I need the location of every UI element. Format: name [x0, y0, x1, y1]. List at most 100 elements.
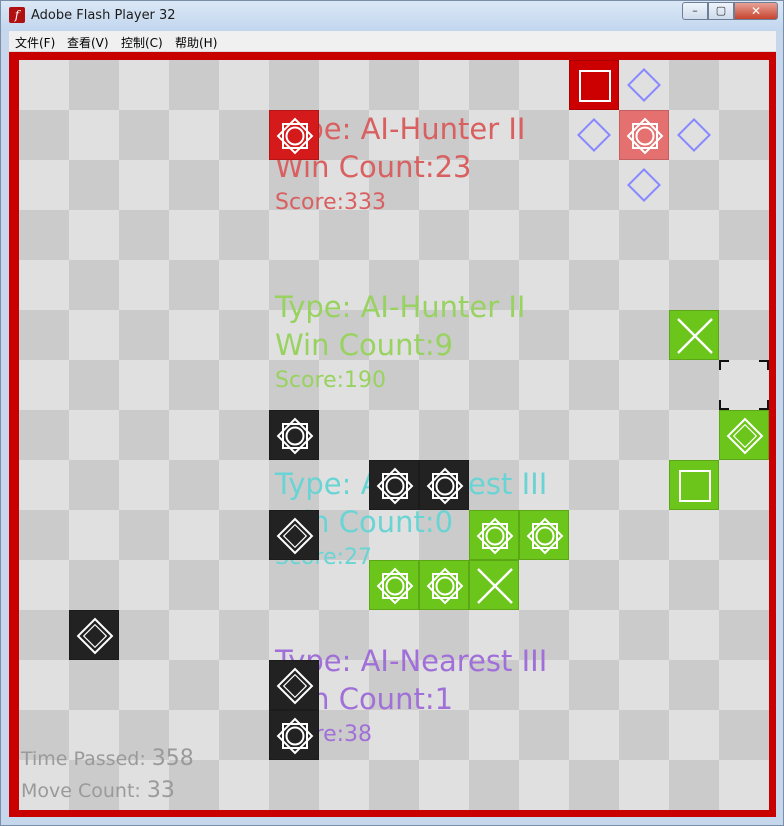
- board-square[interactable]: [169, 60, 219, 110]
- board-square[interactable]: [569, 760, 619, 810]
- board-square[interactable]: [319, 60, 369, 110]
- board-square[interactable]: [219, 710, 269, 760]
- board-square[interactable]: [69, 360, 119, 410]
- board-square[interactable]: [419, 410, 469, 460]
- board-square[interactable]: [219, 210, 269, 260]
- board-square[interactable]: [69, 160, 119, 210]
- move-hint-diamond-icon[interactable]: [669, 110, 719, 160]
- board-square[interactable]: [19, 160, 69, 210]
- board-square[interactable]: [269, 60, 319, 110]
- board-square[interactable]: [619, 360, 669, 410]
- board-square[interactable]: [619, 310, 669, 360]
- board-square[interactable]: [169, 560, 219, 610]
- board-square[interactable]: [519, 710, 569, 760]
- board-square[interactable]: [519, 110, 569, 160]
- board-square[interactable]: [669, 660, 719, 710]
- board-square[interactable]: [219, 760, 269, 810]
- board-square[interactable]: [469, 360, 519, 410]
- board-square[interactable]: [369, 410, 419, 460]
- board-square[interactable]: [169, 610, 219, 660]
- board-square[interactable]: [119, 560, 169, 610]
- board-square[interactable]: [469, 760, 519, 810]
- board-square[interactable]: [69, 60, 119, 110]
- board-square[interactable]: [469, 710, 519, 760]
- board-square[interactable]: [219, 60, 269, 110]
- board-square[interactable]: [719, 310, 769, 360]
- board-square[interactable]: [569, 310, 619, 360]
- board-square[interactable]: [69, 210, 119, 260]
- board-square[interactable]: [119, 360, 169, 410]
- board-square[interactable]: [19, 310, 69, 360]
- board-square[interactable]: [669, 610, 719, 660]
- menu-help[interactable]: 帮助(H): [175, 34, 217, 51]
- board-square[interactable]: [169, 160, 219, 210]
- board-square[interactable]: [19, 560, 69, 610]
- board-square[interactable]: [619, 210, 669, 260]
- board-square[interactable]: [519, 60, 569, 110]
- menu-control[interactable]: 控制(C): [121, 34, 163, 51]
- title-bar[interactable]: f Adobe Flash Player 32 – ▢ ✕: [1, 1, 783, 31]
- board-square[interactable]: [169, 260, 219, 310]
- board-square[interactable]: [169, 460, 219, 510]
- board-square[interactable]: [719, 510, 769, 560]
- board-square[interactable]: [19, 360, 69, 410]
- board-square[interactable]: [719, 460, 769, 510]
- board-square[interactable]: [669, 410, 719, 460]
- board-square[interactable]: [119, 410, 169, 460]
- board-square[interactable]: [19, 210, 69, 260]
- board-square[interactable]: [719, 560, 769, 610]
- board-square[interactable]: [19, 460, 69, 510]
- board-square[interactable]: [519, 760, 569, 810]
- board-square[interactable]: [169, 210, 219, 260]
- board-square[interactable]: [19, 510, 69, 560]
- board-square[interactable]: [519, 360, 569, 410]
- board-square[interactable]: [369, 710, 419, 760]
- board-square[interactable]: [719, 210, 769, 260]
- board-square[interactable]: [719, 660, 769, 710]
- board-square[interactable]: [119, 110, 169, 160]
- board-square[interactable]: [319, 210, 369, 260]
- board-square[interactable]: [169, 360, 219, 410]
- board-square[interactable]: [569, 560, 619, 610]
- board-square[interactable]: [419, 210, 469, 260]
- board-square[interactable]: [69, 260, 119, 310]
- board-square[interactable]: [669, 510, 719, 560]
- board-square[interactable]: [219, 560, 269, 610]
- board-square[interactable]: [69, 560, 119, 610]
- board-square[interactable]: [19, 410, 69, 460]
- board-square[interactable]: [419, 710, 469, 760]
- board-square[interactable]: [569, 160, 619, 210]
- board-square[interactable]: [119, 460, 169, 510]
- board-square[interactable]: [219, 610, 269, 660]
- board-square[interactable]: [519, 560, 569, 610]
- board-square[interactable]: [569, 660, 619, 710]
- board-square[interactable]: [469, 210, 519, 260]
- board-square[interactable]: [319, 410, 369, 460]
- board-square[interactable]: [669, 260, 719, 310]
- move-hint-diamond-icon[interactable]: [619, 160, 669, 210]
- board-square[interactable]: [569, 710, 619, 760]
- board-square[interactable]: [519, 410, 569, 460]
- board-square[interactable]: [119, 510, 169, 560]
- board-square[interactable]: [19, 60, 69, 110]
- move-hint-diamond-icon[interactable]: [619, 60, 669, 110]
- board-square[interactable]: [619, 460, 669, 510]
- board-square[interactable]: [69, 410, 119, 460]
- board-square[interactable]: [219, 110, 269, 160]
- board-square[interactable]: [269, 210, 319, 260]
- board-square[interactable]: [219, 160, 269, 210]
- board-square[interactable]: [619, 410, 669, 460]
- board-square[interactable]: [569, 260, 619, 310]
- board-square[interactable]: [419, 60, 469, 110]
- board-square[interactable]: [719, 110, 769, 160]
- board-square[interactable]: [69, 310, 119, 360]
- board-square[interactable]: [569, 460, 619, 510]
- board-square[interactable]: [719, 710, 769, 760]
- board-square[interactable]: [619, 260, 669, 310]
- board-square[interactable]: [619, 560, 669, 610]
- board-square[interactable]: [69, 660, 119, 710]
- board-square[interactable]: [669, 760, 719, 810]
- board-square[interactable]: [619, 610, 669, 660]
- board-square[interactable]: [469, 160, 519, 210]
- board-square[interactable]: [569, 410, 619, 460]
